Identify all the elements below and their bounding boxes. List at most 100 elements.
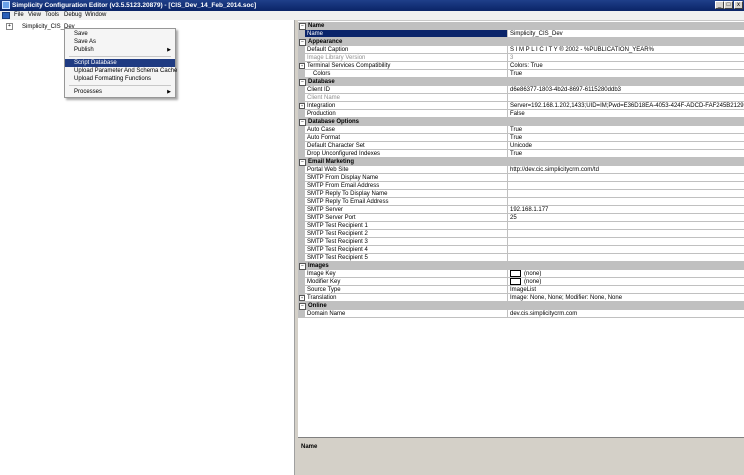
grid-property-value[interactable]: True — [508, 134, 744, 142]
grid-row[interactable]: SMTP From Email Address — [298, 182, 744, 190]
grid-category[interactable]: − Database — [298, 78, 744, 86]
grid-row[interactable]: SMTP Test Recipient 5 — [298, 254, 744, 262]
grid-property-name[interactable]: Client Name — [305, 94, 508, 102]
grid-row[interactable]: SMTP Reply To Display Name — [298, 190, 744, 198]
grid-property-name[interactable]: Image Key — [305, 270, 508, 278]
grid-property-value[interactable]: Image: None, None; Modifier: None, None — [508, 294, 744, 302]
menu-tools[interactable]: Tools — [45, 11, 59, 20]
grid-row[interactable]: Default Caption S I M P L I C I T Y ® 200… — [298, 46, 744, 54]
minimize-button[interactable]: _ — [715, 1, 724, 9]
grid-property-name[interactable]: Portal Web Site — [305, 166, 508, 174]
grid-row[interactable]: + Integration Server=192.168.1.202,1433;UI… — [298, 102, 744, 110]
grid-row[interactable]: Client ID d6e86377-1803-4b2d-8697-6115280… — [298, 86, 744, 94]
menu-item-script-database[interactable]: Script Database — [65, 59, 175, 67]
grid-property-name[interactable]: SMTP Test Recipient 4 — [305, 246, 508, 254]
grid-row[interactable]: Default Character Set Unicode — [298, 142, 744, 150]
grid-row[interactable]: + Terminal Services Compatibility Colors: … — [298, 62, 744, 70]
grid-property-value[interactable]: S I M P L I C I T Y ® 2002 - %PUBLICATIO… — [508, 46, 744, 54]
grid-property-value[interactable]: True — [508, 70, 744, 78]
grid-property-name[interactable]: SMTP From Display Name — [305, 174, 508, 182]
grid-row[interactable]: + Translation Image: None, None; Modifier:… — [298, 294, 744, 302]
grid-property-name[interactable]: Integration — [305, 102, 508, 110]
grid-property-value[interactable] — [508, 238, 744, 246]
grid-property-name[interactable]: SMTP From Email Address — [305, 182, 508, 190]
grid-property-value[interactable]: (none) — [508, 278, 744, 286]
grid-property-value[interactable] — [508, 230, 744, 238]
grid-row[interactable]: Portal Web Site http://dev.cic.simplicity… — [298, 166, 744, 174]
grid-property-value[interactable] — [508, 174, 744, 182]
grid-property-name[interactable]: SMTP Server Port — [305, 214, 508, 222]
grid-row[interactable]: SMTP Test Recipient 3 — [298, 238, 744, 246]
grid-property-value[interactable] — [508, 190, 744, 198]
grid-property-name[interactable]: SMTP Reply To Display Name — [305, 190, 508, 198]
grid-row[interactable]: Drop Unconfigured Indexes True — [298, 150, 744, 158]
grid-property-value[interactable]: 192.168.1.177 — [508, 206, 744, 214]
grid-property-name[interactable]: Image Library Version — [305, 54, 508, 62]
grid-row[interactable]: Image Library Version 3 — [298, 54, 744, 62]
grid-property-value[interactable]: http://dev.cic.simplicitycrm.com/td — [508, 166, 744, 174]
grid-property-name[interactable]: Colors — [305, 70, 508, 78]
collapse-icon[interactable]: − — [299, 303, 306, 310]
grid-row[interactable]: SMTP Server 192.168.1.177 — [298, 206, 744, 214]
grid-property-value[interactable]: Colors: True — [508, 62, 744, 70]
grid-property-value[interactable]: d6e86377-1803-4b2d-8697-6115280ddb3 — [508, 86, 744, 94]
menu-item-publish[interactable]: Publish ▶ — [65, 46, 175, 54]
menu-item-processes[interactable]: Processes ▶ — [65, 88, 175, 96]
maximize-button[interactable]: □ — [724, 1, 733, 9]
grid-row[interactable]: SMTP Test Recipient 4 — [298, 246, 744, 254]
grid-row[interactable]: Client Name — [298, 94, 744, 102]
grid-property-name[interactable]: Auto Format — [305, 134, 508, 142]
grid-row[interactable]: Colors True — [298, 70, 744, 78]
grid-row[interactable]: SMTP From Display Name — [298, 174, 744, 182]
grid-property-name[interactable]: SMTP Server — [305, 206, 508, 214]
grid-property-name[interactable]: Name — [305, 30, 508, 38]
grid-property-name[interactable]: SMTP Test Recipient 2 — [305, 230, 508, 238]
grid-property-name[interactable]: Client ID — [305, 86, 508, 94]
grid-property-value[interactable]: False — [508, 110, 744, 118]
menu-item-upload-formatting-functions[interactable]: Upload Formatting Functions — [65, 75, 175, 83]
property-grid[interactable]: − Name Name Simplicity_CIS_Dev − Appearance De… — [298, 22, 744, 437]
grid-property-value[interactable]: 25 — [508, 214, 744, 222]
menu-item-save[interactable]: Save — [65, 30, 175, 38]
grid-category[interactable]: − Email Marketing — [298, 158, 744, 166]
grid-property-value[interactable] — [508, 246, 744, 254]
menu-item-save-as[interactable]: Save As — [65, 38, 175, 46]
grid-row[interactable]: Name Simplicity_CIS_Dev — [298, 30, 744, 38]
collapse-icon[interactable]: − — [299, 159, 306, 166]
grid-row[interactable]: Image Key (none) — [298, 270, 744, 278]
menu-debug[interactable]: Debug — [64, 11, 82, 20]
grid-category[interactable]: − Database Options — [298, 118, 744, 126]
grid-property-name[interactable]: Drop Unconfigured Indexes — [305, 150, 508, 158]
grid-row[interactable]: Auto Format True — [298, 134, 744, 142]
grid-property-value[interactable]: ImageList — [508, 286, 744, 294]
grid-property-value[interactable] — [508, 222, 744, 230]
grid-property-name[interactable]: Default Character Set — [305, 142, 508, 150]
collapse-icon[interactable]: − — [299, 263, 306, 270]
grid-row[interactable]: Modifier Key (none) — [298, 278, 744, 286]
grid-row[interactable]: SMTP Server Port 25 — [298, 214, 744, 222]
grid-property-name[interactable]: SMTP Test Recipient 3 — [305, 238, 508, 246]
grid-property-value[interactable]: True — [508, 150, 744, 158]
grid-property-name[interactable]: Modifier Key — [305, 278, 508, 286]
grid-property-name[interactable]: Source Type — [305, 286, 508, 294]
grid-property-name[interactable]: SMTP Reply To Email Address — [305, 198, 508, 206]
grid-category[interactable]: − Name — [298, 22, 744, 30]
grid-property-value[interactable]: 3 — [508, 54, 744, 62]
grid-property-value[interactable] — [508, 182, 744, 190]
grid-row[interactable]: Source Type ImageList — [298, 286, 744, 294]
grid-property-name[interactable]: Translation — [305, 294, 508, 302]
grid-property-value[interactable]: Unicode — [508, 142, 744, 150]
grid-category[interactable]: − Appearance — [298, 38, 744, 46]
grid-property-value[interactable]: dev.cis.simplicitycrm.com — [508, 310, 744, 318]
grid-row[interactable]: SMTP Test Recipient 2 — [298, 230, 744, 238]
collapse-icon[interactable]: − — [299, 119, 306, 126]
grid-category[interactable]: − Online — [298, 302, 744, 310]
grid-property-value[interactable]: Simplicity_CIS_Dev — [508, 30, 744, 38]
collapse-icon[interactable]: − — [299, 23, 306, 30]
grid-property-name[interactable]: SMTP Test Recipient 1 — [305, 222, 508, 230]
grid-property-name[interactable]: SMTP Test Recipient 5 — [305, 254, 508, 262]
grid-row[interactable]: Production False — [298, 110, 744, 118]
close-button[interactable]: x — [734, 1, 743, 9]
grid-property-value[interactable]: True — [508, 126, 744, 134]
grid-property-name[interactable]: Domain Name — [305, 310, 508, 318]
